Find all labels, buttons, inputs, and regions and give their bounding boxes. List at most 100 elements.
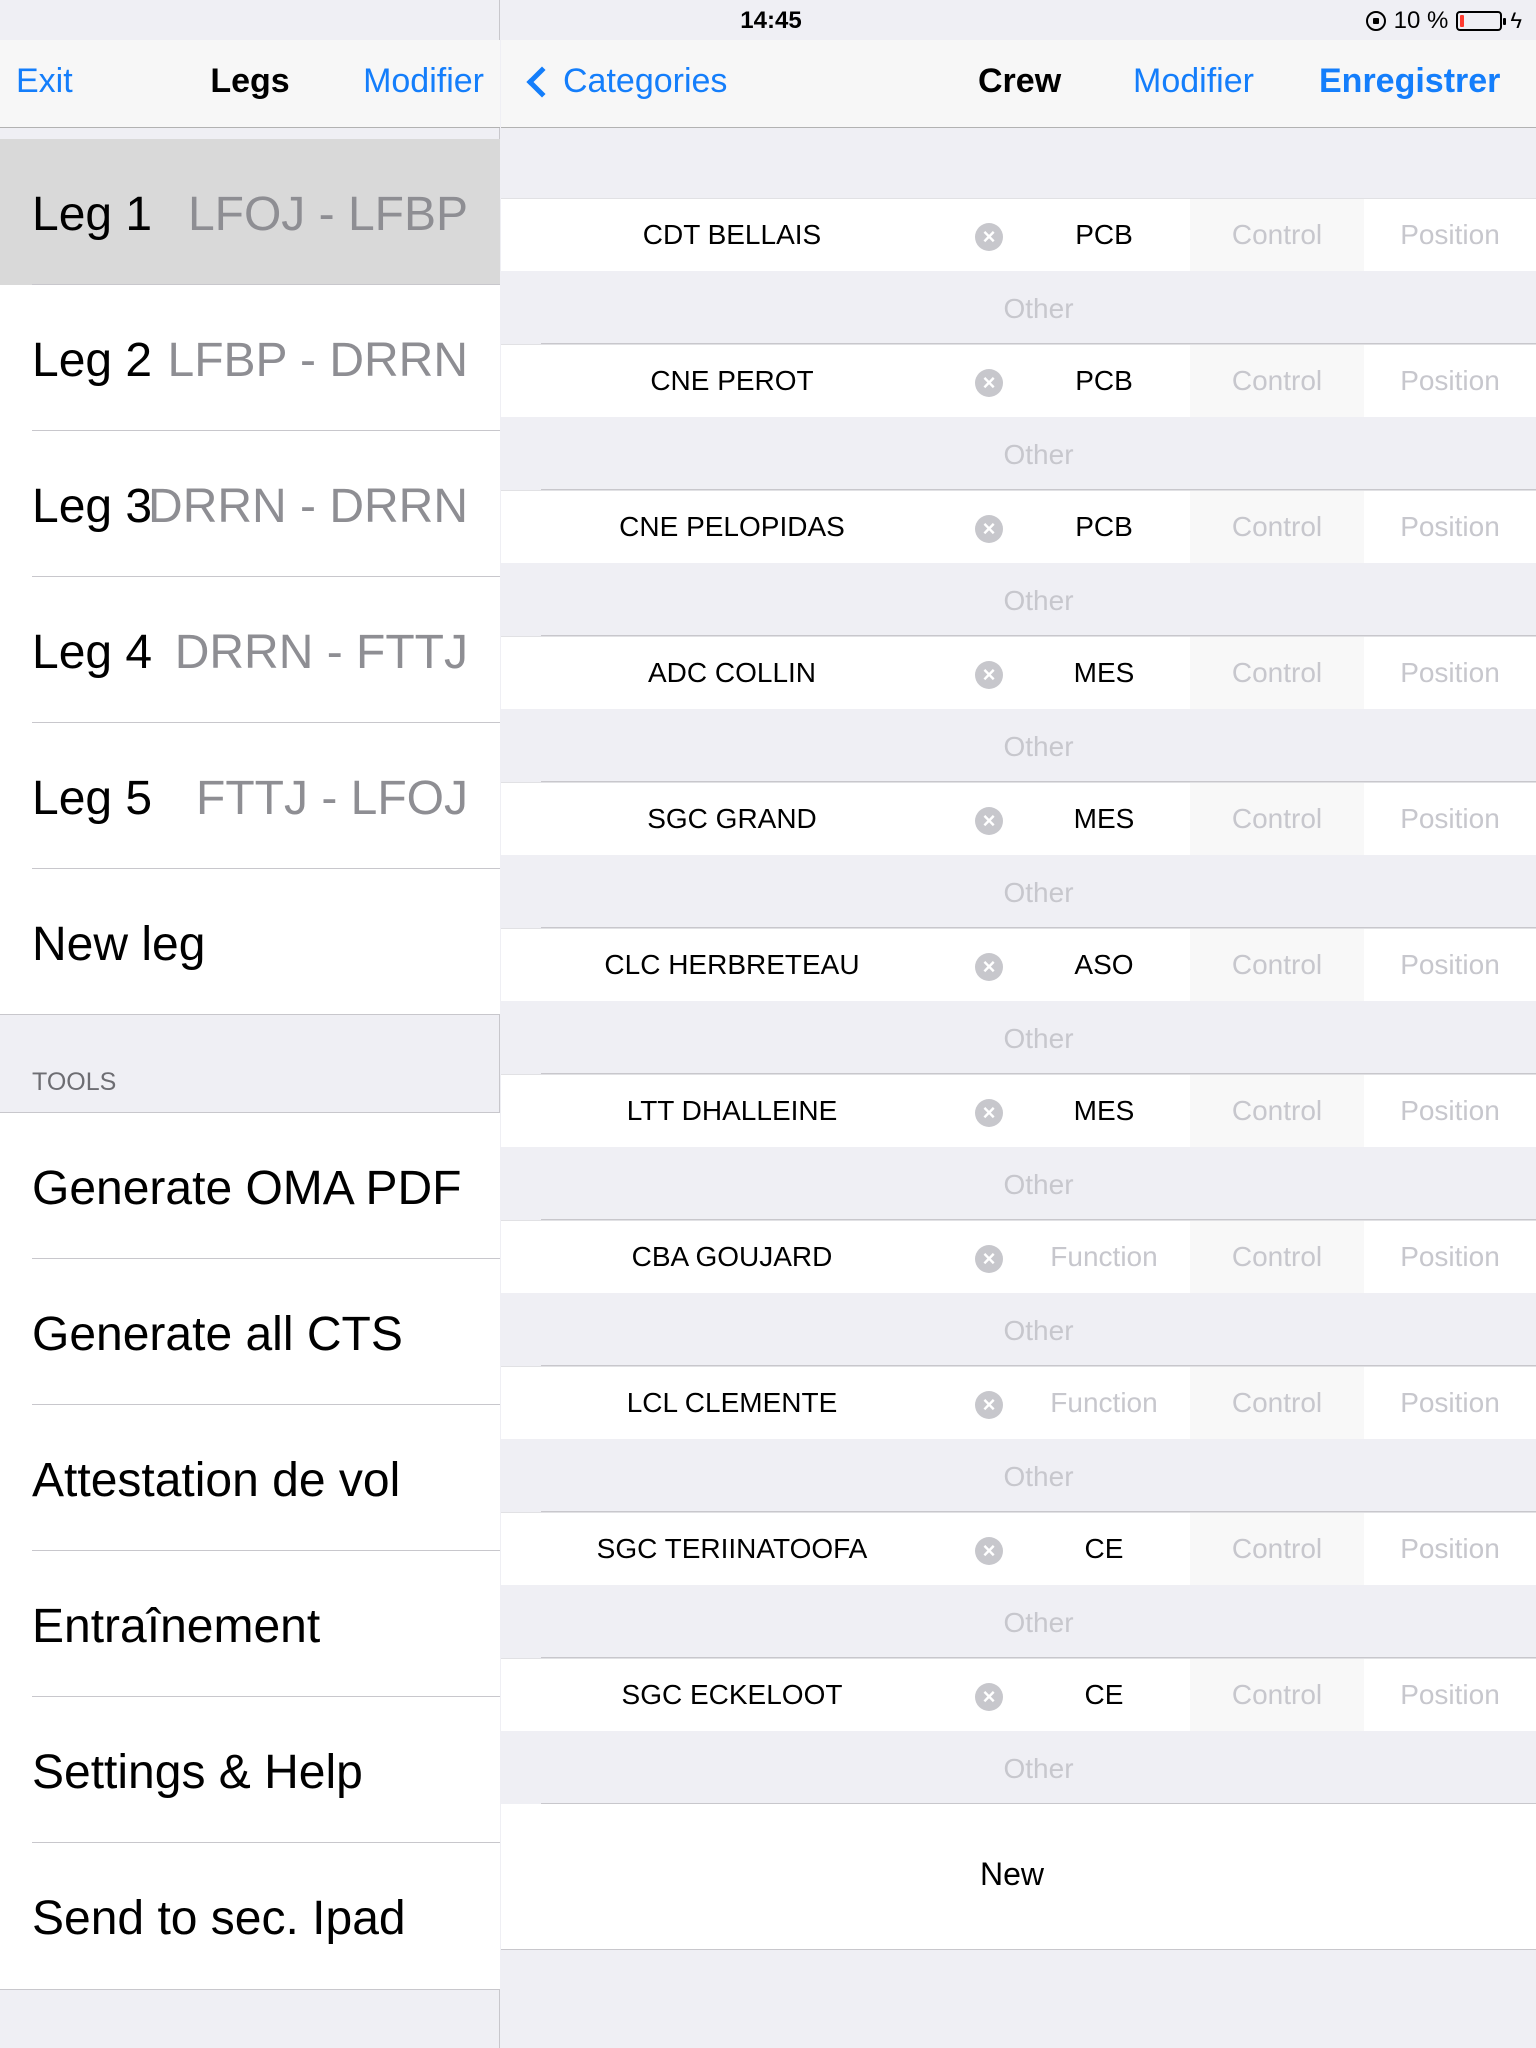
crew-name-field[interactable]: SGC GRAND × xyxy=(501,783,1018,856)
position-field[interactable]: Position xyxy=(1364,345,1536,418)
control-field[interactable]: Control xyxy=(1190,199,1364,272)
control-field[interactable]: Control xyxy=(1190,783,1364,856)
function-field[interactable]: MES xyxy=(1018,1075,1190,1148)
other-field[interactable]: Other xyxy=(541,1439,1536,1512)
clear-icon[interactable]: × xyxy=(975,1537,1003,1565)
legs-modifier-button[interactable]: Modifier xyxy=(363,62,484,101)
other-field[interactable]: Other xyxy=(541,1147,1536,1220)
function-field[interactable]: PCB xyxy=(1018,491,1190,564)
position-field[interactable]: Position xyxy=(1364,1367,1536,1440)
new-leg-label: New leg xyxy=(32,918,206,971)
control-field[interactable]: Control xyxy=(1190,1513,1364,1586)
save-button[interactable]: Enregistrer xyxy=(1319,62,1500,101)
tool-row[interactable]: Generate all CTS xyxy=(0,1259,500,1405)
leg-row[interactable]: Leg 3 DRRN - DRRN xyxy=(0,431,500,577)
function-field[interactable]: PCB xyxy=(1018,199,1190,272)
crew-name-field[interactable]: SGC ECKELOOT × xyxy=(501,1659,1018,1732)
crew-fields: LTT DHALLEINE × MES Control Position xyxy=(501,1074,1536,1148)
clear-icon[interactable]: × xyxy=(975,953,1003,981)
position-field[interactable]: Position xyxy=(1364,783,1536,856)
control-field[interactable]: Control xyxy=(1190,491,1364,564)
clear-icon[interactable]: × xyxy=(975,807,1003,835)
control-field[interactable]: Control xyxy=(1190,345,1364,418)
crew-name-field[interactable]: SGC TERIINATOOFA × xyxy=(501,1513,1018,1586)
tool-row[interactable]: Send to sec. Ipad xyxy=(0,1843,500,1989)
crew-fields: CDT BELLAIS × PCB Control Position xyxy=(501,198,1536,272)
other-field[interactable]: Other xyxy=(541,709,1536,782)
function-field[interactable]: Function xyxy=(1018,1221,1190,1294)
crew-name-field[interactable]: CNE PELOPIDAS × xyxy=(501,491,1018,564)
leg-row[interactable]: Leg 4 DRRN - FTTJ xyxy=(0,577,500,723)
other-field[interactable]: Other xyxy=(541,1585,1536,1658)
crew-modifier-button[interactable]: Modifier xyxy=(1133,62,1254,101)
crew-name-field[interactable]: LCL CLEMENTE × xyxy=(501,1367,1018,1440)
tool-row[interactable]: Entraînement xyxy=(0,1551,500,1697)
clear-icon[interactable]: × xyxy=(975,223,1003,251)
function-field[interactable]: ASO xyxy=(1018,929,1190,1002)
clear-icon[interactable]: × xyxy=(975,1099,1003,1127)
function-field[interactable]: Function xyxy=(1018,1367,1190,1440)
control-field[interactable]: Control xyxy=(1190,1221,1364,1294)
crew-name: SGC ECKELOOT xyxy=(621,1679,843,1710)
position-field[interactable]: Position xyxy=(1364,491,1536,564)
clear-icon[interactable]: × xyxy=(975,369,1003,397)
tool-label: Generate all CTS xyxy=(32,1308,403,1361)
crew-fields: ADC COLLIN × MES Control Position xyxy=(501,636,1536,710)
leg-route: FTTJ - LFOJ xyxy=(196,772,468,825)
other-field[interactable]: Other xyxy=(541,1293,1536,1366)
position-field[interactable]: Position xyxy=(1364,199,1536,272)
clear-icon[interactable]: × xyxy=(975,1245,1003,1273)
back-label: Categories xyxy=(563,62,728,100)
clear-icon[interactable]: × xyxy=(975,1391,1003,1419)
leg-row[interactable]: Leg 2 LFBP - DRRN xyxy=(0,285,500,431)
crew-name: CNE PELOPIDAS xyxy=(619,511,845,542)
other-field[interactable]: Other xyxy=(541,563,1536,636)
other-field[interactable]: Other xyxy=(541,855,1536,928)
tool-row[interactable]: Generate OMA PDF xyxy=(0,1113,500,1259)
charging-icon: ϟ xyxy=(1510,8,1522,33)
crew-nav-bar: Categories Crew Modifier Enregistrer xyxy=(501,40,1536,128)
new-leg-button[interactable]: New leg xyxy=(0,869,500,1015)
function-field[interactable]: PCB xyxy=(1018,345,1190,418)
control-field[interactable]: Control xyxy=(1190,1367,1364,1440)
other-field[interactable]: Other xyxy=(541,417,1536,490)
tools-list: Generate OMA PDF Generate all CTS Attestat… xyxy=(0,1112,500,1990)
function-field[interactable]: MES xyxy=(1018,783,1190,856)
position-field[interactable]: Position xyxy=(1364,1075,1536,1148)
back-button[interactable]: Categories xyxy=(521,62,727,101)
function-field[interactable]: CE xyxy=(1018,1513,1190,1586)
position-field[interactable]: Position xyxy=(1364,1659,1536,1732)
other-field[interactable]: Other xyxy=(541,1001,1536,1074)
crew-name: SGC TERIINATOOFA xyxy=(596,1533,868,1564)
other-field[interactable]: Other xyxy=(541,1731,1536,1804)
leg-row[interactable]: Leg 5 FTTJ - LFOJ xyxy=(0,723,500,869)
new-crew-button[interactable]: New xyxy=(501,1804,1536,1950)
control-field[interactable]: Control xyxy=(1190,929,1364,1002)
clear-icon[interactable]: × xyxy=(975,1683,1003,1711)
crew-name-field[interactable]: CBA GOUJARD × xyxy=(501,1221,1018,1294)
control-field[interactable]: Control xyxy=(1190,637,1364,710)
crew-member-row: SGC TERIINATOOFA × CE Control Position Other xyxy=(501,1512,1536,1658)
crew-name-field[interactable]: LTT DHALLEINE × xyxy=(501,1075,1018,1148)
position-field[interactable]: Position xyxy=(1364,1513,1536,1586)
clear-icon[interactable]: × xyxy=(975,661,1003,689)
clear-icon[interactable]: × xyxy=(975,515,1003,543)
control-field[interactable]: Control xyxy=(1190,1075,1364,1148)
crew-name: LTT DHALLEINE xyxy=(626,1095,838,1126)
tool-row[interactable]: Settings & Help xyxy=(0,1697,500,1843)
crew-name-field[interactable]: ADC COLLIN × xyxy=(501,637,1018,710)
tool-row[interactable]: Attestation de vol xyxy=(0,1405,500,1551)
crew-name-field[interactable]: CDT BELLAIS × xyxy=(501,199,1018,272)
crew-name-field[interactable]: CNE PEROT × xyxy=(501,345,1018,418)
function-field[interactable]: CE xyxy=(1018,1659,1190,1732)
crew-name-field[interactable]: CLC HERBRETEAU × xyxy=(501,929,1018,1002)
position-field[interactable]: Position xyxy=(1364,637,1536,710)
position-field[interactable]: Position xyxy=(1364,929,1536,1002)
leg-row[interactable]: Leg 1 LFOJ - LFBP xyxy=(0,139,500,285)
control-field[interactable]: Control xyxy=(1190,1659,1364,1732)
crew-member-row: CDT BELLAIS × PCB Control Position Other xyxy=(501,198,1536,344)
other-field[interactable]: Other xyxy=(541,271,1536,344)
leg-route: DRRN - FTTJ xyxy=(174,626,468,679)
position-field[interactable]: Position xyxy=(1364,1221,1536,1294)
function-field[interactable]: MES xyxy=(1018,637,1190,710)
